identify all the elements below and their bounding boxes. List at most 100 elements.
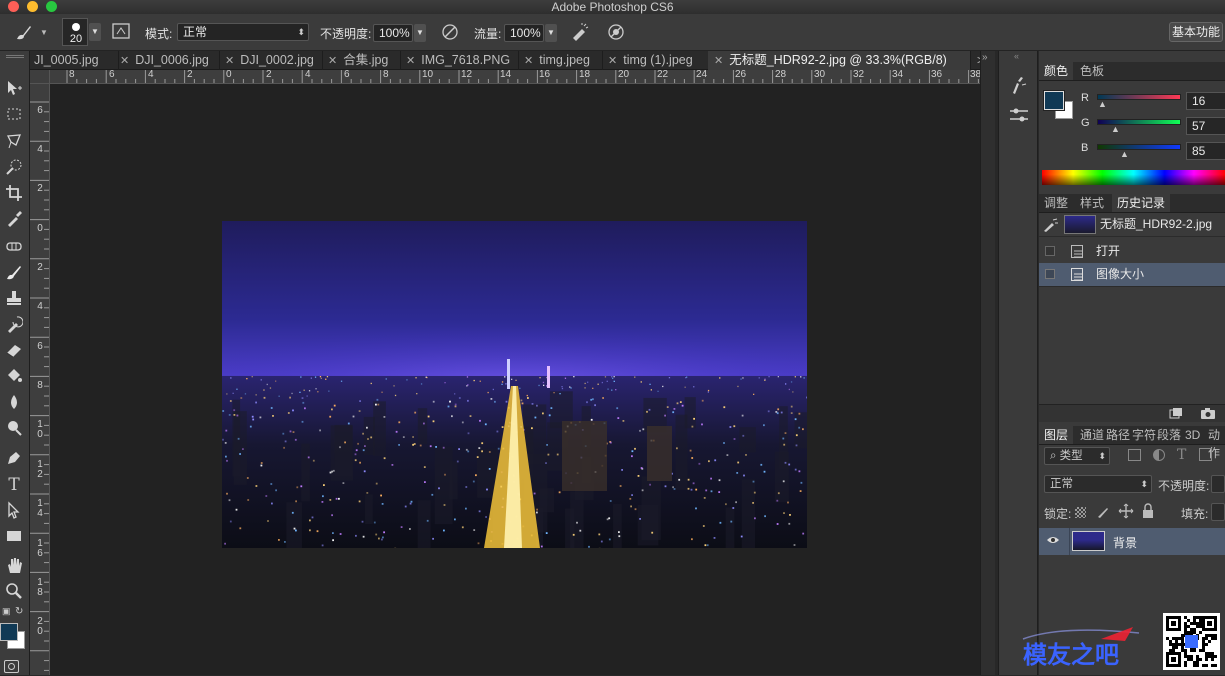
tab-history[interactable]: 历史记录 (1112, 194, 1170, 212)
bucket-icon[interactable] (4, 367, 24, 387)
flow-dropdown[interactable]: ▼ (545, 24, 557, 42)
tab-color[interactable]: 颜色 (1039, 62, 1073, 80)
filter-adjustment-icon[interactable] (1153, 449, 1165, 461)
document-tab-active[interactable]: ✕无标题_HDR92-2.jpg @ 33.3%(RGB/8) (708, 51, 971, 70)
workspace-button[interactable]: 基本功能 (1169, 22, 1223, 42)
toolbox-grip[interactable] (6, 55, 24, 58)
color-spectrum-bar[interactable] (1042, 170, 1225, 185)
filter-shape-icon[interactable] (1199, 448, 1212, 461)
opacity-dropdown[interactable]: ▼ (414, 24, 426, 42)
opacity-field[interactable]: 100% (373, 24, 413, 42)
brush-size-picker[interactable]: 20 (62, 18, 88, 46)
mode-select[interactable]: 正常 ⬍ (177, 23, 309, 41)
color-panel-foreground-swatch[interactable] (1044, 91, 1064, 110)
r-value[interactable]: 16 (1186, 92, 1225, 110)
camera-icon[interactable] (1200, 407, 1216, 420)
lock-transparency-icon[interactable] (1075, 507, 1086, 518)
close-tab-icon[interactable]: ✕ (328, 55, 337, 67)
brush-tool-icon[interactable] (4, 263, 24, 283)
collapse-arrows-icon[interactable]: » (982, 52, 988, 63)
hand-icon[interactable] (4, 556, 24, 576)
lock-all-icon[interactable] (1141, 503, 1155, 519)
layer-row-background[interactable]: 背景 (1039, 528, 1225, 555)
tab-styles[interactable]: 样式 (1075, 194, 1109, 212)
new-snapshot-icon[interactable] (1169, 407, 1183, 420)
flow-field[interactable]: 100% (504, 24, 544, 42)
filter-pixel-icon[interactable] (1128, 449, 1141, 461)
tab-actions[interactable]: 动作 (1203, 426, 1225, 444)
ruler-origin[interactable] (30, 70, 50, 84)
quick-select-icon[interactable] (4, 158, 24, 178)
dodge-icon[interactable] (4, 419, 24, 439)
history-source-checkbox[interactable] (1045, 246, 1055, 256)
tab-3d[interactable]: 3D (1180, 426, 1205, 444)
pen-icon[interactable] (4, 449, 24, 469)
history-brush-source-icon[interactable] (1043, 217, 1059, 231)
history-snapshot[interactable]: 无标题_HDR92-2.jpg (1039, 213, 1225, 237)
rectangle-icon[interactable] (4, 527, 24, 547)
b-value[interactable]: 85 (1186, 142, 1225, 160)
panel-collapse-strip[interactable]: » (980, 51, 995, 675)
eraser-icon[interactable] (4, 341, 24, 361)
marquee-icon[interactable] (4, 106, 24, 126)
close-tab-icon[interactable]: ✕ (406, 55, 415, 67)
stamp-icon[interactable] (4, 289, 24, 309)
layer-filter-select[interactable]: ⌕ 类型 ⬍ (1044, 447, 1110, 465)
close-tab-icon[interactable]: ✕ (524, 55, 533, 67)
lock-pixels-icon[interactable] (1096, 503, 1112, 519)
document-tab[interactable]: ✕timg (1).jpeg (602, 51, 709, 70)
brush-presets-icon[interactable] (1007, 103, 1031, 127)
horizontal-ruler[interactable]: 8 6 4 2 0 2 4 6 8 10 12 14 16 18 20 22 2… (50, 70, 980, 84)
g-slider-handle[interactable]: ▲ (1111, 124, 1120, 134)
tab-layers[interactable]: 图层 (1039, 426, 1073, 444)
quick-mask-icon[interactable] (4, 660, 19, 673)
close-tab-icon[interactable]: ✕ (120, 55, 129, 67)
foreground-color-swatch[interactable] (0, 623, 18, 641)
move-icon[interactable] (4, 79, 24, 99)
blur-icon[interactable] (4, 393, 24, 413)
history-source-checkbox[interactable] (1045, 269, 1055, 279)
filter-type-icon[interactable]: T (1177, 447, 1186, 463)
document-tab[interactable]: ✕DJI_0002.jpg (219, 51, 323, 70)
b-slider[interactable] (1097, 144, 1181, 150)
b-slider-handle[interactable]: ▲ (1120, 149, 1129, 159)
brush-icon[interactable] (14, 22, 34, 42)
brush-size-dropdown[interactable]: ▼ (89, 23, 101, 41)
brush-preset-dropdown-icon[interactable]: ▼ (40, 28, 48, 37)
zoom-window-button[interactable] (46, 1, 57, 12)
expand-arrows-icon[interactable]: « (1014, 51, 1019, 61)
lasso-icon[interactable] (4, 132, 24, 152)
history-step[interactable]: 打开 (1039, 240, 1225, 264)
path-select-icon[interactable] (4, 501, 24, 521)
minimize-window-button[interactable] (27, 1, 38, 12)
blend-mode-select[interactable]: 正常 ⬍ (1044, 475, 1152, 493)
history-brush-icon[interactable] (4, 315, 24, 335)
close-window-button[interactable] (8, 1, 19, 12)
airbrush-icon[interactable] (570, 22, 590, 42)
brush-panel-icon[interactable] (111, 22, 131, 42)
close-tab-icon[interactable]: ✕ (608, 55, 617, 67)
tool-presets-icon[interactable] (1007, 73, 1031, 97)
crop-icon[interactable] (4, 184, 24, 204)
r-slider[interactable] (1097, 94, 1181, 100)
healing-icon[interactable] (4, 237, 24, 257)
eyedropper-icon[interactable] (4, 210, 24, 230)
document-tab[interactable]: ✕timg.jpeg (518, 51, 603, 70)
type-icon[interactable]: T (4, 475, 24, 495)
close-tab-icon[interactable]: ✕ (225, 55, 234, 67)
r-slider-handle[interactable]: ▲ (1098, 99, 1107, 109)
layer-opacity-field[interactable] (1211, 475, 1225, 493)
close-tab-icon[interactable]: ✕ (714, 55, 723, 67)
document-tab[interactable]: ✕IMG_7618.PNG (400, 51, 519, 70)
document-tab[interactable]: ✕DJI_0006.jpg (114, 51, 220, 70)
fill-field[interactable] (1211, 503, 1225, 521)
tab-adjustments[interactable]: 调整 (1039, 194, 1073, 212)
g-value[interactable]: 57 (1186, 117, 1225, 135)
pressure-size-icon[interactable] (606, 22, 626, 42)
vertical-ruler[interactable]: 6 4 2 0 2 4 6 8 10 12 14 16 18 20 (30, 84, 50, 675)
eye-icon[interactable] (1046, 533, 1060, 547)
lock-position-icon[interactable] (1118, 503, 1134, 519)
swap-colors-icon[interactable]: ↻ (15, 606, 23, 617)
default-colors-icon[interactable]: ▣ (2, 606, 11, 617)
document-tab[interactable]: JI_0005.jpg (30, 51, 119, 70)
